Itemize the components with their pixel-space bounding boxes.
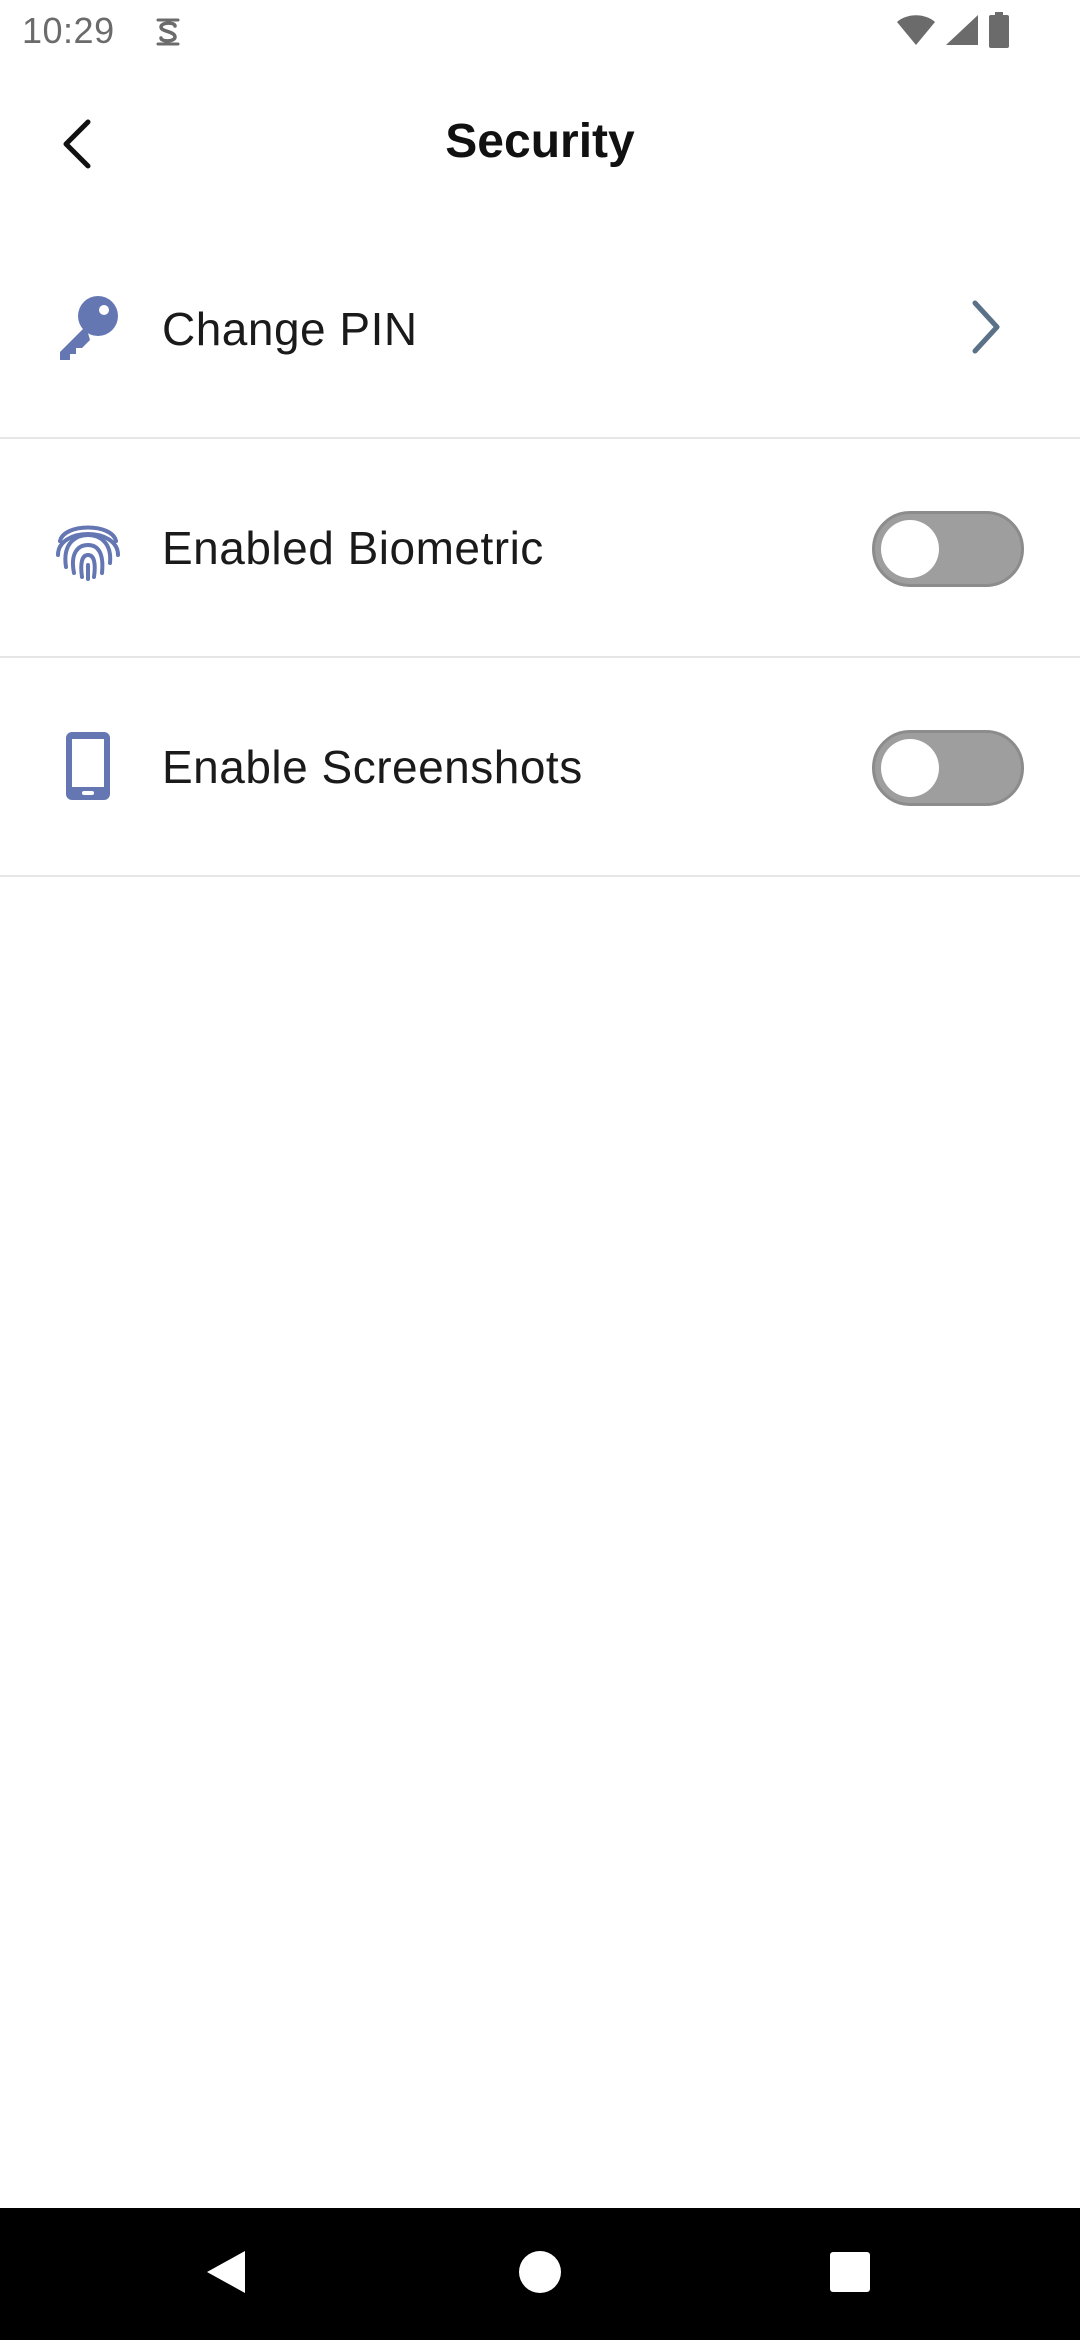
fingerprint-icon bbox=[50, 509, 126, 585]
header: Security bbox=[0, 66, 1080, 226]
battery-icon bbox=[988, 11, 1010, 53]
screenshots-toggle[interactable] bbox=[872, 730, 1024, 806]
settings-list: Change PIN Enabled Biometric Enable Scre… bbox=[0, 220, 1080, 877]
nav-recents-button[interactable] bbox=[810, 2234, 890, 2314]
status-time: 10:29 bbox=[22, 10, 115, 51]
system-nav-bar bbox=[0, 2208, 1080, 2340]
wifi-icon bbox=[896, 13, 936, 52]
screenshots-label: Enable Screenshots bbox=[162, 741, 583, 793]
status-icons bbox=[896, 11, 1010, 53]
home-circle-icon bbox=[518, 2250, 562, 2299]
biometric-label: Enabled Biometric bbox=[162, 522, 544, 574]
nav-home-button[interactable] bbox=[500, 2234, 580, 2314]
back-triangle-icon bbox=[203, 2247, 249, 2302]
nav-back-button[interactable] bbox=[186, 2234, 266, 2314]
security-screen: 10:29 Security Change PIN Enabled Biomet… bbox=[0, 0, 1080, 2340]
toggle-knob bbox=[881, 739, 939, 797]
change-pin-row[interactable]: Change PIN bbox=[0, 220, 1080, 439]
screenshots-row: Enable Screenshots bbox=[0, 658, 1080, 877]
phone-icon bbox=[50, 728, 126, 804]
biometric-row: Enabled Biometric bbox=[0, 439, 1080, 658]
key-icon bbox=[50, 290, 126, 366]
change-pin-label: Change PIN bbox=[162, 303, 418, 355]
signal-icon bbox=[944, 13, 980, 52]
page-title: Security bbox=[445, 115, 635, 168]
chevron-right-icon bbox=[950, 292, 1020, 362]
recents-square-icon bbox=[829, 2251, 871, 2298]
status-bar: 10:29 bbox=[0, 0, 1080, 66]
s-notification-icon bbox=[150, 14, 186, 50]
toggle-knob bbox=[881, 520, 939, 578]
biometric-toggle[interactable] bbox=[872, 511, 1024, 587]
